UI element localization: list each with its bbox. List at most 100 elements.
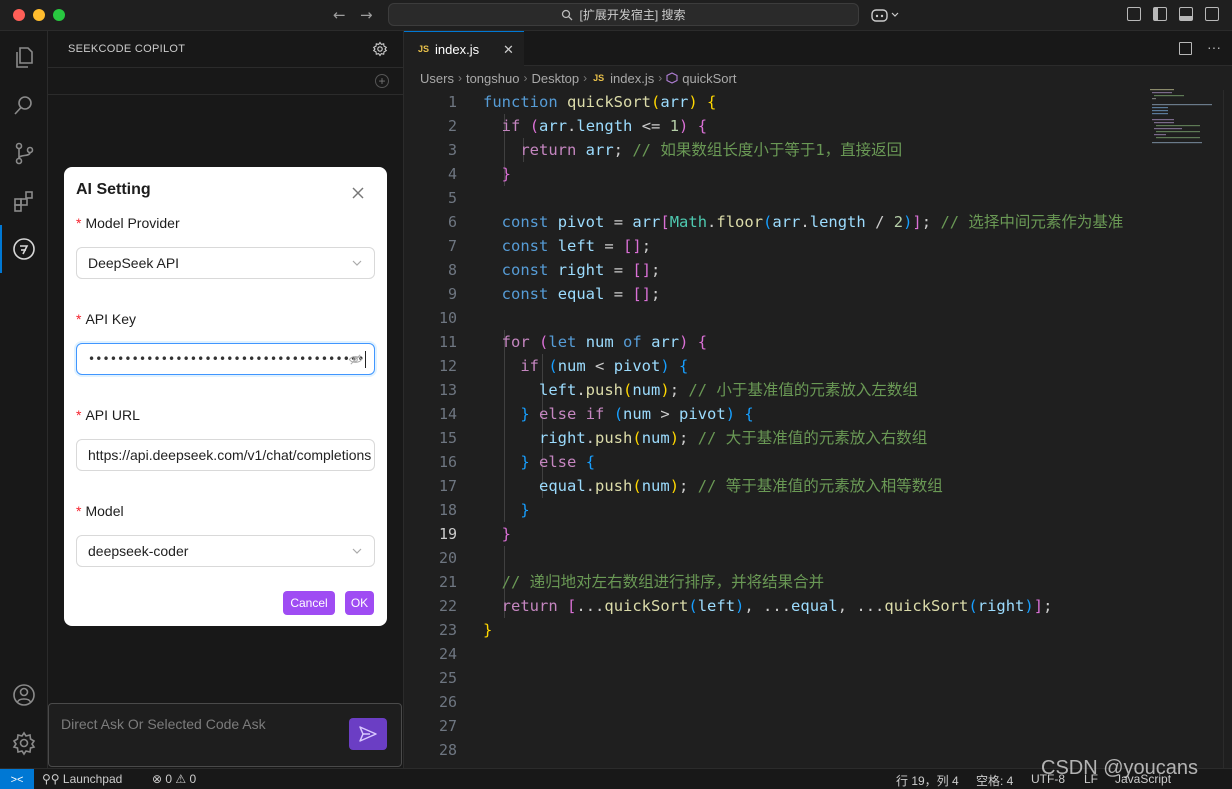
code-line: 13 left.push(num); // 小于基准值的元素放入左数组: [438, 381, 918, 399]
code-line: 15 right.push(num); // 大于基准值的元素放入右数组: [438, 429, 928, 447]
split-editor-icon[interactable]: [1179, 42, 1192, 55]
code-line: 24: [438, 645, 457, 663]
extensions-icon[interactable]: [0, 177, 48, 225]
code-editor[interactable]: 1 function quickSort(arr) { 2 if (arr.len…: [404, 90, 1232, 768]
tab-label: index.js: [435, 41, 480, 57]
minimap[interactable]: [1146, 88, 1224, 144]
customize-layout-icon[interactable]: [1127, 7, 1141, 21]
model-provider-select[interactable]: DeepSeek API: [76, 247, 375, 279]
code-line: 23}: [438, 621, 493, 639]
activity-bar: [0, 31, 48, 768]
chevron-down-icon: [352, 548, 362, 554]
api-url-value: https://api.deepseek.com/v1/chat/complet…: [88, 447, 372, 463]
close-window-button[interactable]: [13, 9, 25, 21]
code-line: 8 const right = [];: [447, 261, 661, 279]
code-line: 7 const left = [];: [447, 237, 652, 255]
editor-tab-bar: JS index.js ✕ ···: [404, 31, 1232, 66]
model-value: deepseek-coder: [88, 543, 189, 559]
source-control-icon[interactable]: [0, 129, 48, 177]
toggle-secondary-sidebar-icon[interactable]: [1205, 7, 1219, 21]
breadcrumb-item[interactable]: index.js: [610, 71, 654, 86]
send-button[interactable]: [349, 718, 387, 750]
dialog-title: AI Setting: [76, 181, 151, 198]
code-line: 18 }: [438, 501, 530, 519]
code-line: 4 }: [447, 165, 512, 183]
api-key-field[interactable]: ••••••••••••••••••••••••••••••••••••••: [76, 343, 375, 375]
close-icon[interactable]: [350, 185, 366, 201]
account-icon[interactable]: [0, 671, 48, 719]
api-url-field[interactable]: https://api.deepseek.com/v1/chat/complet…: [76, 439, 375, 471]
model-provider-value: DeepSeek API: [88, 255, 180, 271]
indentation-setting[interactable]: 空格: 4: [976, 772, 1013, 789]
code-line: 12 if (num < pivot) {: [438, 357, 689, 375]
search-icon[interactable]: [0, 81, 48, 129]
code-line: 27: [438, 717, 457, 735]
send-icon: [359, 726, 377, 742]
breadcrumb-item[interactable]: Users: [420, 71, 454, 86]
symbol-method-icon: [666, 72, 678, 84]
back-arrow-icon[interactable]: ←: [333, 6, 346, 24]
minimize-window-button[interactable]: [33, 9, 45, 21]
code-line: 16 } else {: [438, 453, 596, 471]
tab-index-js[interactable]: JS index.js ✕: [404, 31, 524, 66]
toggle-sidebar-icon[interactable]: [1153, 7, 1167, 21]
ok-button[interactable]: OK: [345, 591, 374, 615]
panel-divider: [48, 94, 404, 95]
code-line: 1 function quickSort(arr) {: [447, 93, 717, 111]
seekcode-icon[interactable]: [0, 225, 48, 273]
search-icon: [562, 9, 573, 20]
watermark-text: CSDN @youcans: [1041, 757, 1199, 779]
code-line: 11 for (let num of arr) {: [438, 333, 708, 351]
explorer-icon[interactable]: [0, 33, 48, 81]
tab-close-icon[interactable]: ✕: [503, 42, 514, 58]
javascript-file-icon: JS: [418, 44, 430, 54]
remote-indicator-icon[interactable]: ><: [0, 769, 34, 789]
copilot-icon[interactable]: [871, 7, 901, 23]
model-label: * Model: [76, 503, 124, 519]
code-line: 20: [438, 549, 457, 567]
api-key-value: ••••••••••••••••••••••••••••••••••••••: [88, 352, 365, 366]
code-line: 21 // 递归地对左右数组进行排序，并将结果合并: [438, 573, 825, 591]
more-actions-icon[interactable]: ···: [1207, 39, 1221, 55]
chevron-down-icon: [352, 260, 362, 266]
cursor-position[interactable]: 行 19，列 4: [896, 772, 959, 789]
code-line: 6 const pivot = arr[Math.floor(arr.lengt…: [447, 213, 1124, 231]
new-chat-plus-icon[interactable]: +: [375, 74, 389, 88]
command-search-box[interactable]: [扩展开发宿主] 搜索: [388, 3, 859, 26]
search-box-text: [扩展开发宿主] 搜索: [579, 8, 686, 22]
model-select[interactable]: deepseek-coder: [76, 535, 375, 567]
code-line: 5: [447, 189, 457, 207]
chat-input[interactable]: Direct Ask Or Selected Code Ask: [48, 703, 402, 767]
panel-divider: [48, 67, 404, 68]
toggle-panel-icon[interactable]: [1179, 7, 1193, 21]
breadcrumb-item[interactable]: quickSort: [682, 71, 736, 86]
maximize-window-button[interactable]: [53, 9, 65, 21]
code-line: 26: [438, 693, 457, 711]
code-line: 14 } else if (num > pivot) {: [438, 405, 754, 423]
launchpad-item[interactable]: ⚲⚲ Launchpad: [42, 772, 122, 786]
problems-indicator[interactable]: ⊗ 0 ⚠ 0: [152, 772, 196, 786]
text-caret: [364, 350, 366, 368]
rocket-icon: ⚲⚲: [42, 772, 63, 786]
editor-scrollbar[interactable]: [1223, 90, 1232, 768]
chat-input-placeholder: Direct Ask Or Selected Code Ask: [61, 716, 266, 732]
ai-setting-dialog: AI Setting * Model Provider DeepSeek API …: [64, 167, 387, 626]
code-line: 19 }: [438, 525, 512, 543]
code-line: 3 return arr; // 如果数组长度小于等于1，直接返回: [447, 141, 903, 159]
api-key-label: * API Key: [76, 311, 137, 327]
panel-title: SEEKCODE COPILOT: [68, 43, 186, 55]
code-line: 10: [438, 309, 457, 327]
code-line: 9 const equal = [];: [447, 285, 661, 303]
model-provider-label: * Model Provider: [76, 215, 180, 231]
title-bar: ← → [扩展开发宿主] 搜索: [0, 0, 1232, 31]
code-line: 2 if (arr.length <= 1) {: [447, 117, 708, 135]
breadcrumb-item[interactable]: tongshuo: [466, 71, 520, 86]
forward-arrow-icon[interactable]: →: [360, 6, 373, 24]
breadcrumb-item[interactable]: Desktop: [531, 71, 579, 86]
javascript-file-icon: JS: [593, 73, 605, 83]
eye-invisible-icon[interactable]: [348, 352, 363, 367]
settings-gear-icon[interactable]: [0, 719, 48, 767]
cancel-button[interactable]: Cancel: [283, 591, 335, 615]
code-line: 17 equal.push(num); // 等于基准值的元素放入相等数组: [438, 477, 943, 495]
panel-settings-gear-icon[interactable]: [372, 41, 388, 57]
